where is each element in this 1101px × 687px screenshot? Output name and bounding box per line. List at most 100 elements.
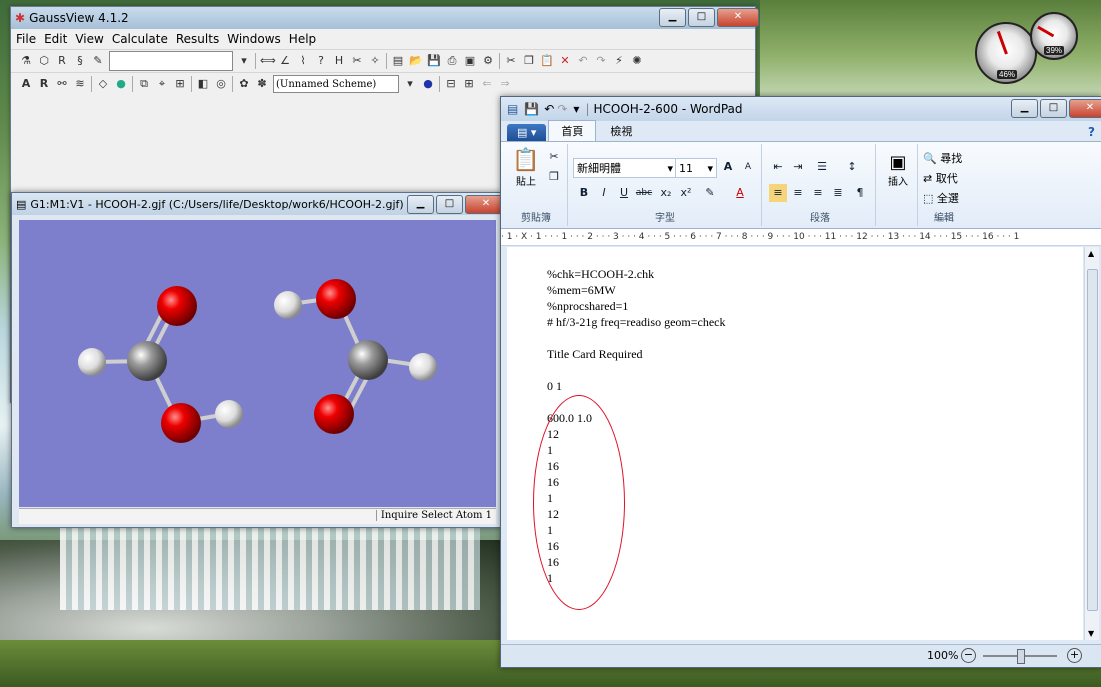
align-right-icon[interactable]: ≡ <box>809 184 827 202</box>
r-group-icon[interactable]: R <box>55 54 69 68</box>
bond-type-icon[interactable]: ⚯ <box>55 77 69 91</box>
nav-forward-icon[interactable]: ⇒ <box>498 77 512 91</box>
zoom-slider[interactable] <box>983 649 1057 664</box>
measure-icon[interactable]: ⊞ <box>173 77 187 91</box>
hydrogen-atom[interactable] <box>274 291 302 319</box>
calculation-icon[interactable]: ⚡ <box>612 54 626 68</box>
oxygen-atom[interactable] <box>161 403 201 443</box>
memory-gauge[interactable]: 39% <box>1030 12 1078 60</box>
scroll-up-icon[interactable]: ▲ <box>1088 249 1094 258</box>
dropdown-arrow-icon[interactable]: ▾ <box>237 54 251 68</box>
quick-save-icon[interactable]: 💾 <box>524 102 539 116</box>
globe-icon[interactable]: ● <box>421 77 435 91</box>
bond-icon[interactable]: ⟺ <box>260 54 276 68</box>
carbon-atom[interactable] <box>127 341 167 381</box>
display-icon[interactable]: ◧ <box>196 77 210 91</box>
tab-view[interactable]: 檢視 <box>598 121 644 141</box>
scheme-select[interactable]: (Unnamed Scheme) <box>273 75 399 93</box>
italic-button[interactable]: I <box>595 184 613 202</box>
help-icon[interactable]: ? <box>1088 125 1095 139</box>
atom-icon[interactable]: ● <box>114 77 128 91</box>
zoom-slider-thumb[interactable] <box>1017 649 1025 664</box>
molecule-window-title-bar[interactable]: ▤ G1:M1:V1 - HCOOH-2.gjf (C:/Users/life/… <box>12 193 507 215</box>
bold-button[interactable]: B <box>575 184 593 202</box>
scheme-menu-icon[interactable]: ✽ <box>255 77 269 91</box>
cut-icon[interactable]: ✂ <box>545 148 563 166</box>
gaussview-maximize-button[interactable]: □ <box>688 8 715 27</box>
paragraph-settings-icon[interactable]: ¶ <box>851 184 869 202</box>
clean-icon[interactable]: ✧ <box>368 54 382 68</box>
dihedral-icon[interactable]: ⌇ <box>296 54 310 68</box>
carbon-atom[interactable] <box>348 340 388 380</box>
custom-fragment-icon[interactable]: ✎ <box>91 54 105 68</box>
text-r-icon[interactable]: R <box>37 77 51 91</box>
bullet-list-icon[interactable]: ☰ <box>813 158 831 176</box>
cpu-gauge[interactable]: 46% <box>975 22 1037 84</box>
quick-undo-icon[interactable]: ↶ <box>544 102 554 116</box>
quick-redo-icon[interactable]: ↷ <box>557 102 567 116</box>
new-icon[interactable]: ▤ <box>391 54 405 68</box>
save-icon[interactable]: 💾 <box>427 54 441 68</box>
shrink-font-icon[interactable]: A <box>739 158 757 176</box>
add-hydrogen-icon[interactable]: H <box>332 54 346 68</box>
ruler[interactable]: · 1 · X · 1 · · · 1 · · · 2 · · · 3 · · … <box>501 229 1101 246</box>
oxygen-atom[interactable] <box>314 394 354 434</box>
paste-button[interactable]: 📋 貼上 <box>511 148 541 188</box>
molecule-maximize-button[interactable]: □ <box>436 195 463 214</box>
layer-icon[interactable]: ≋ <box>73 77 87 91</box>
view-icon[interactable]: ⧉ <box>137 77 151 91</box>
biological-icon[interactable]: § <box>73 54 87 68</box>
paste-icon[interactable]: 📋 <box>540 54 554 68</box>
gaussview-close-button[interactable]: ✕ <box>717 8 759 27</box>
scrollbar-thumb[interactable] <box>1087 269 1098 611</box>
hydrogen-atom[interactable] <box>78 348 106 376</box>
highlight-icon[interactable]: ✎ <box>701 184 719 202</box>
oxygen-atom[interactable] <box>157 286 197 326</box>
wordpad-close-button[interactable]: ✕ <box>1069 99 1101 118</box>
fragment-input[interactable] <box>109 51 233 71</box>
cut-icon[interactable]: ✂ <box>504 54 518 68</box>
inquire-icon[interactable]: ? <box>314 54 328 68</box>
menu-help[interactable]: Help <box>289 32 316 46</box>
font-size-select[interactable]: 11 ▾ <box>675 158 717 178</box>
align-left-icon[interactable]: ≡ <box>769 184 787 202</box>
vertical-scrollbar[interactable]: ▲ ▼ <box>1084 247 1099 640</box>
hydrogen-atom[interactable] <box>215 400 243 428</box>
select-all-button[interactable]: ⬚ 全選 <box>923 190 959 206</box>
justify-icon[interactable]: ≣ <box>829 184 847 202</box>
copy-icon[interactable]: ❐ <box>545 168 563 186</box>
axes-icon[interactable]: ⌖ <box>155 77 169 91</box>
application-menu-button[interactable]: ▤ ▾ <box>507 124 547 141</box>
print-icon[interactable]: ⎙ <box>445 54 459 68</box>
increase-indent-icon[interactable]: ⇥ <box>789 158 807 176</box>
undo-icon[interactable]: ↶ <box>576 54 590 68</box>
line-spacing-icon[interactable]: ↕ <box>843 158 861 176</box>
color-scheme-icon[interactable]: ✿ <box>237 77 251 91</box>
redo-icon[interactable]: ↷ <box>594 54 608 68</box>
find-button[interactable]: 🔍 尋找 <box>923 150 962 166</box>
wordpad-title-bar[interactable]: ▤ 💾 ↶ ↷ ▾ | HCOOH-2-600 - WordPad ▁ □ ✕ <box>501 97 1101 121</box>
menu-view[interactable]: View <box>75 32 103 46</box>
underline-button[interactable]: U <box>615 184 633 202</box>
insert-button[interactable]: ▣ 插入 <box>883 152 913 188</box>
molecule-canvas[interactable] <box>19 220 496 507</box>
preferences-icon[interactable]: ⚙ <box>481 54 495 68</box>
menu-edit[interactable]: Edit <box>44 32 67 46</box>
zoom-in-icon[interactable]: + <box>1067 648 1082 663</box>
align-center-icon[interactable]: ≡ <box>789 184 807 202</box>
wordpad-minimize-button[interactable]: ▁ <box>1011 99 1038 118</box>
zoom-out-icon[interactable]: − <box>961 648 976 663</box>
ring-icon[interactable]: ⬡ <box>37 54 51 68</box>
subscript-button[interactable]: x₂ <box>657 184 675 202</box>
tab-home[interactable]: 首頁 <box>548 120 597 141</box>
menu-file[interactable]: File <box>16 32 36 46</box>
gaussview-minimize-button[interactable]: ▁ <box>659 8 686 27</box>
wordpad-maximize-button[interactable]: □ <box>1040 99 1067 118</box>
font-color-icon[interactable]: A <box>731 184 749 202</box>
menu-calculate[interactable]: Calculate <box>112 32 168 46</box>
hydrogen-atom[interactable] <box>409 353 437 381</box>
save-image-icon[interactable]: ▣ <box>463 54 477 68</box>
open-icon[interactable]: 📂 <box>409 54 423 68</box>
quick-access-dropdown-icon[interactable]: ▾ <box>573 102 579 116</box>
delete-atom-icon[interactable]: ✂ <box>350 54 364 68</box>
